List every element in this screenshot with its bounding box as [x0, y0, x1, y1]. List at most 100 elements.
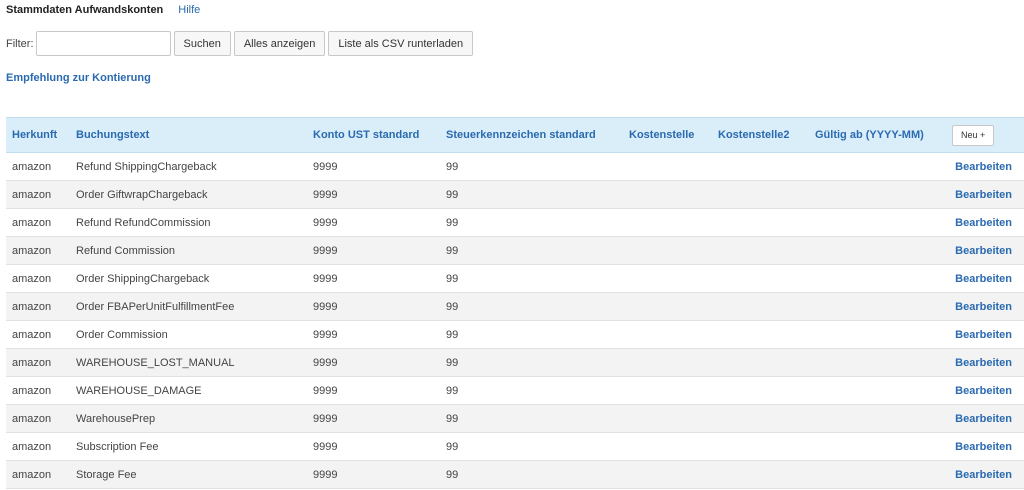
cell-buchungstext: Refund ShippingChargeback	[76, 160, 217, 173]
accounts-table: Herkunft Buchungstext Konto UST standard…	[6, 117, 1024, 489]
table-row: amazon Refund RefundCommission 9999 99 Bearb…	[6, 208, 1024, 237]
column-header-actions: Neu +	[944, 117, 1024, 153]
cell-herkunft: amazon	[12, 216, 52, 229]
cell-buchungstext: Refund Commission	[76, 244, 176, 257]
cell-steuer: 99	[446, 300, 459, 313]
cell-buchungstext: Order FBAPerUnitFulfillmentFee	[76, 300, 235, 313]
table-row: amazon Refund Commission 9999 99 Bearbeiten	[6, 236, 1024, 265]
column-header-buchungstext[interactable]: Buchungstext	[70, 117, 307, 153]
cell-gueltig	[809, 293, 944, 321]
csv-download-button[interactable]: Liste als CSV runterladen	[328, 31, 474, 56]
cell-steuer: 99	[446, 356, 459, 369]
cell-konto: 9999	[313, 412, 338, 425]
cell-konto: 9999	[313, 188, 338, 201]
cell-herkunft: amazon	[12, 440, 52, 453]
edit-link[interactable]: Bearbeiten	[955, 217, 1012, 229]
cell-buchungstext: WAREHOUSE_DAMAGE	[76, 384, 202, 397]
cell-steuer: 99	[446, 244, 459, 257]
cell-steuer: 99	[446, 272, 459, 285]
cell-herkunft: amazon	[12, 160, 52, 173]
edit-link[interactable]: Bearbeiten	[955, 357, 1012, 369]
cell-steuer: 99	[446, 188, 459, 201]
cell-herkunft: amazon	[12, 328, 52, 341]
cell-steuer: 99	[446, 468, 459, 481]
edit-link[interactable]: Bearbeiten	[955, 189, 1012, 201]
cell-herkunft: amazon	[12, 412, 52, 425]
cell-konto: 9999	[313, 356, 338, 369]
edit-link[interactable]: Bearbeiten	[955, 413, 1012, 425]
cell-kst2	[712, 265, 809, 293]
cell-buchungstext: Subscription Fee	[76, 440, 159, 453]
cell-actions: Bearbeiten	[944, 209, 1024, 237]
cell-kst	[623, 293, 712, 321]
column-header-steuerkennzeichen[interactable]: Steuerkennzeichen standard	[440, 117, 623, 153]
cell-gueltig	[809, 209, 944, 237]
table-row: amazon Order Commission 9999 99 Bearbeiten	[6, 320, 1024, 349]
accounts-table-container: Herkunft Buchungstext Konto UST standard…	[6, 117, 1024, 489]
cell-actions: Bearbeiten	[944, 349, 1024, 377]
cell-kst2	[712, 433, 809, 461]
cell-kst2	[712, 321, 809, 349]
table-body: amazon Refund ShippingChargeback 9999 99 Bea…	[6, 152, 1024, 489]
cell-steuer: 99	[446, 328, 459, 341]
edit-link[interactable]: Bearbeiten	[955, 385, 1012, 397]
cell-kst2	[712, 181, 809, 209]
edit-link[interactable]: Bearbeiten	[955, 329, 1012, 341]
table-row: amazon WAREHOUSE_LOST_MANUAL 9999 99 Bearbei…	[6, 348, 1024, 377]
cell-herkunft: amazon	[12, 356, 52, 369]
edit-link[interactable]: Bearbeiten	[955, 245, 1012, 257]
column-header-kostenstelle2[interactable]: Kostenstelle2	[712, 117, 809, 153]
edit-link[interactable]: Bearbeiten	[955, 301, 1012, 313]
help-link[interactable]: Hilfe	[178, 4, 200, 16]
cell-herkunft: amazon	[12, 272, 52, 285]
cell-konto: 9999	[313, 244, 338, 257]
filter-label: Filter:	[6, 37, 34, 50]
edit-link[interactable]: Bearbeiten	[955, 273, 1012, 285]
column-header-gueltig-ab[interactable]: Gültig ab (YYYY-MM)	[809, 117, 944, 153]
cell-actions: Bearbeiten	[944, 265, 1024, 293]
show-all-button[interactable]: Alles anzeigen	[233, 31, 326, 56]
cell-konto: 9999	[313, 468, 338, 481]
cell-kst	[623, 377, 712, 405]
cell-gueltig	[809, 349, 944, 377]
cell-actions: Bearbeiten	[944, 377, 1024, 405]
cell-kst2	[712, 209, 809, 237]
cell-gueltig	[809, 405, 944, 433]
cell-kst2	[712, 349, 809, 377]
table-row: amazon Storage Fee 9999 99 Bearbeiten	[6, 460, 1024, 489]
cell-actions: Bearbeiten	[944, 433, 1024, 461]
column-header-herkunft[interactable]: Herkunft	[6, 117, 70, 153]
column-header-kostenstelle[interactable]: Kostenstelle	[623, 117, 712, 153]
cell-kst	[623, 237, 712, 265]
table-row: amazon WarehousePrep 9999 99 Bearbeiten	[6, 404, 1024, 433]
cell-buchungstext: WarehousePrep	[76, 412, 156, 425]
cell-kst2	[712, 293, 809, 321]
cell-buchungstext: Refund RefundCommission	[76, 216, 211, 229]
cell-buchungstext: Order Commission	[76, 328, 168, 341]
cell-actions: Bearbeiten	[944, 153, 1024, 181]
cell-actions: Bearbeiten	[944, 461, 1024, 489]
cell-buchungstext: Storage Fee	[76, 468, 137, 481]
table-row: amazon Order FBAPerUnitFulfillmentFee 9999…	[6, 292, 1024, 321]
edit-link[interactable]: Bearbeiten	[955, 441, 1012, 453]
cell-konto: 9999	[313, 300, 338, 313]
edit-link[interactable]: Bearbeiten	[955, 469, 1012, 481]
cell-steuer: 99	[446, 412, 459, 425]
cell-konto: 9999	[313, 216, 338, 229]
recommendation-link[interactable]: Empfehlung zur Kontierung	[6, 72, 151, 84]
cell-herkunft: amazon	[12, 244, 52, 257]
search-button[interactable]: Suchen	[173, 31, 231, 56]
cell-konto: 9999	[313, 384, 338, 397]
filter-input[interactable]	[35, 31, 171, 56]
cell-steuer: 99	[446, 440, 459, 453]
edit-link[interactable]: Bearbeiten	[955, 161, 1012, 173]
cell-steuer: 99	[446, 160, 459, 173]
table-row: amazon Refund ShippingChargeback 9999 99 Bea…	[6, 152, 1024, 181]
cell-herkunft: amazon	[12, 188, 52, 201]
cell-actions: Bearbeiten	[944, 321, 1024, 349]
table-row: amazon WAREHOUSE_DAMAGE 9999 99 Bearbeiten	[6, 376, 1024, 405]
cell-konto: 9999	[313, 440, 338, 453]
cell-actions: Bearbeiten	[944, 405, 1024, 433]
column-header-konto[interactable]: Konto UST standard	[307, 117, 440, 153]
new-entry-button[interactable]: Neu +	[952, 124, 995, 146]
